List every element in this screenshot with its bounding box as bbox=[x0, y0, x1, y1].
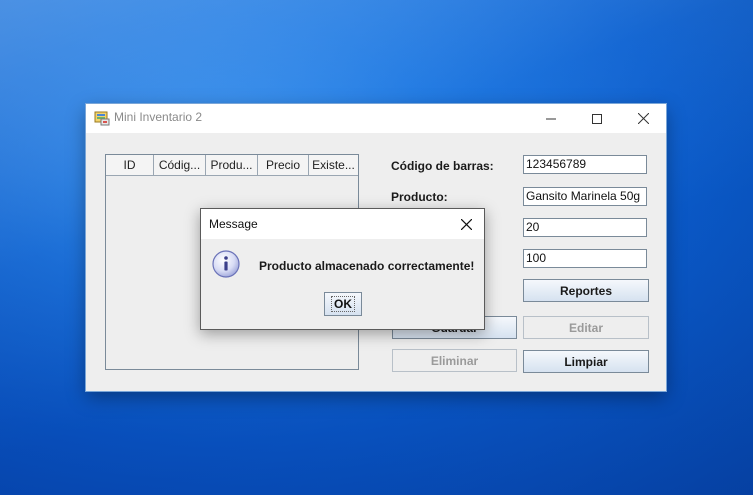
close-icon bbox=[637, 113, 649, 124]
ok-button-label: OK bbox=[331, 296, 355, 312]
product-label: Producto: bbox=[391, 190, 448, 204]
column-header-producto[interactable]: Produ... bbox=[206, 155, 258, 175]
close-icon bbox=[460, 218, 472, 230]
close-button[interactable] bbox=[620, 104, 666, 133]
limpiar-button[interactable]: Limpiar bbox=[523, 350, 649, 373]
title-bar[interactable]: Mini Inventario 2 bbox=[86, 104, 666, 133]
dialog-title-bar[interactable]: Message bbox=[201, 209, 484, 239]
dialog-close-button[interactable] bbox=[455, 213, 477, 235]
column-header-existencia[interactable]: Existe... bbox=[309, 155, 358, 175]
dialog-message: Producto almacenado correctamente! bbox=[259, 259, 475, 273]
maximize-icon bbox=[592, 113, 602, 124]
reportes-button[interactable]: Reportes bbox=[523, 279, 649, 302]
dialog-title: Message bbox=[209, 217, 258, 231]
message-dialog: Message Producto almacenado correctament… bbox=[200, 208, 485, 330]
minimize-icon bbox=[546, 118, 556, 119]
stock-input[interactable]: 100 bbox=[523, 249, 647, 268]
minimize-button[interactable] bbox=[528, 104, 574, 133]
product-input[interactable]: Gansito Marinela 50g bbox=[523, 187, 647, 206]
barcode-input[interactable]: 123456789 bbox=[523, 155, 647, 174]
price-input[interactable]: 20 bbox=[523, 218, 647, 237]
column-header-precio[interactable]: Precio bbox=[258, 155, 309, 175]
editar-button[interactable]: Editar bbox=[523, 316, 649, 339]
window-title: Mini Inventario 2 bbox=[114, 110, 203, 124]
column-header-id[interactable]: ID bbox=[106, 155, 154, 175]
eliminar-button[interactable]: Eliminar bbox=[392, 349, 517, 372]
column-header-codigo[interactable]: Códig... bbox=[154, 155, 206, 175]
info-icon bbox=[211, 249, 241, 279]
maximize-button[interactable] bbox=[574, 104, 620, 133]
barcode-label: Código de barras: bbox=[391, 159, 494, 173]
table-header: ID Códig... Produ... Precio Existe... bbox=[106, 155, 358, 176]
app-icon bbox=[94, 110, 110, 126]
ok-button[interactable]: OK bbox=[324, 292, 362, 316]
